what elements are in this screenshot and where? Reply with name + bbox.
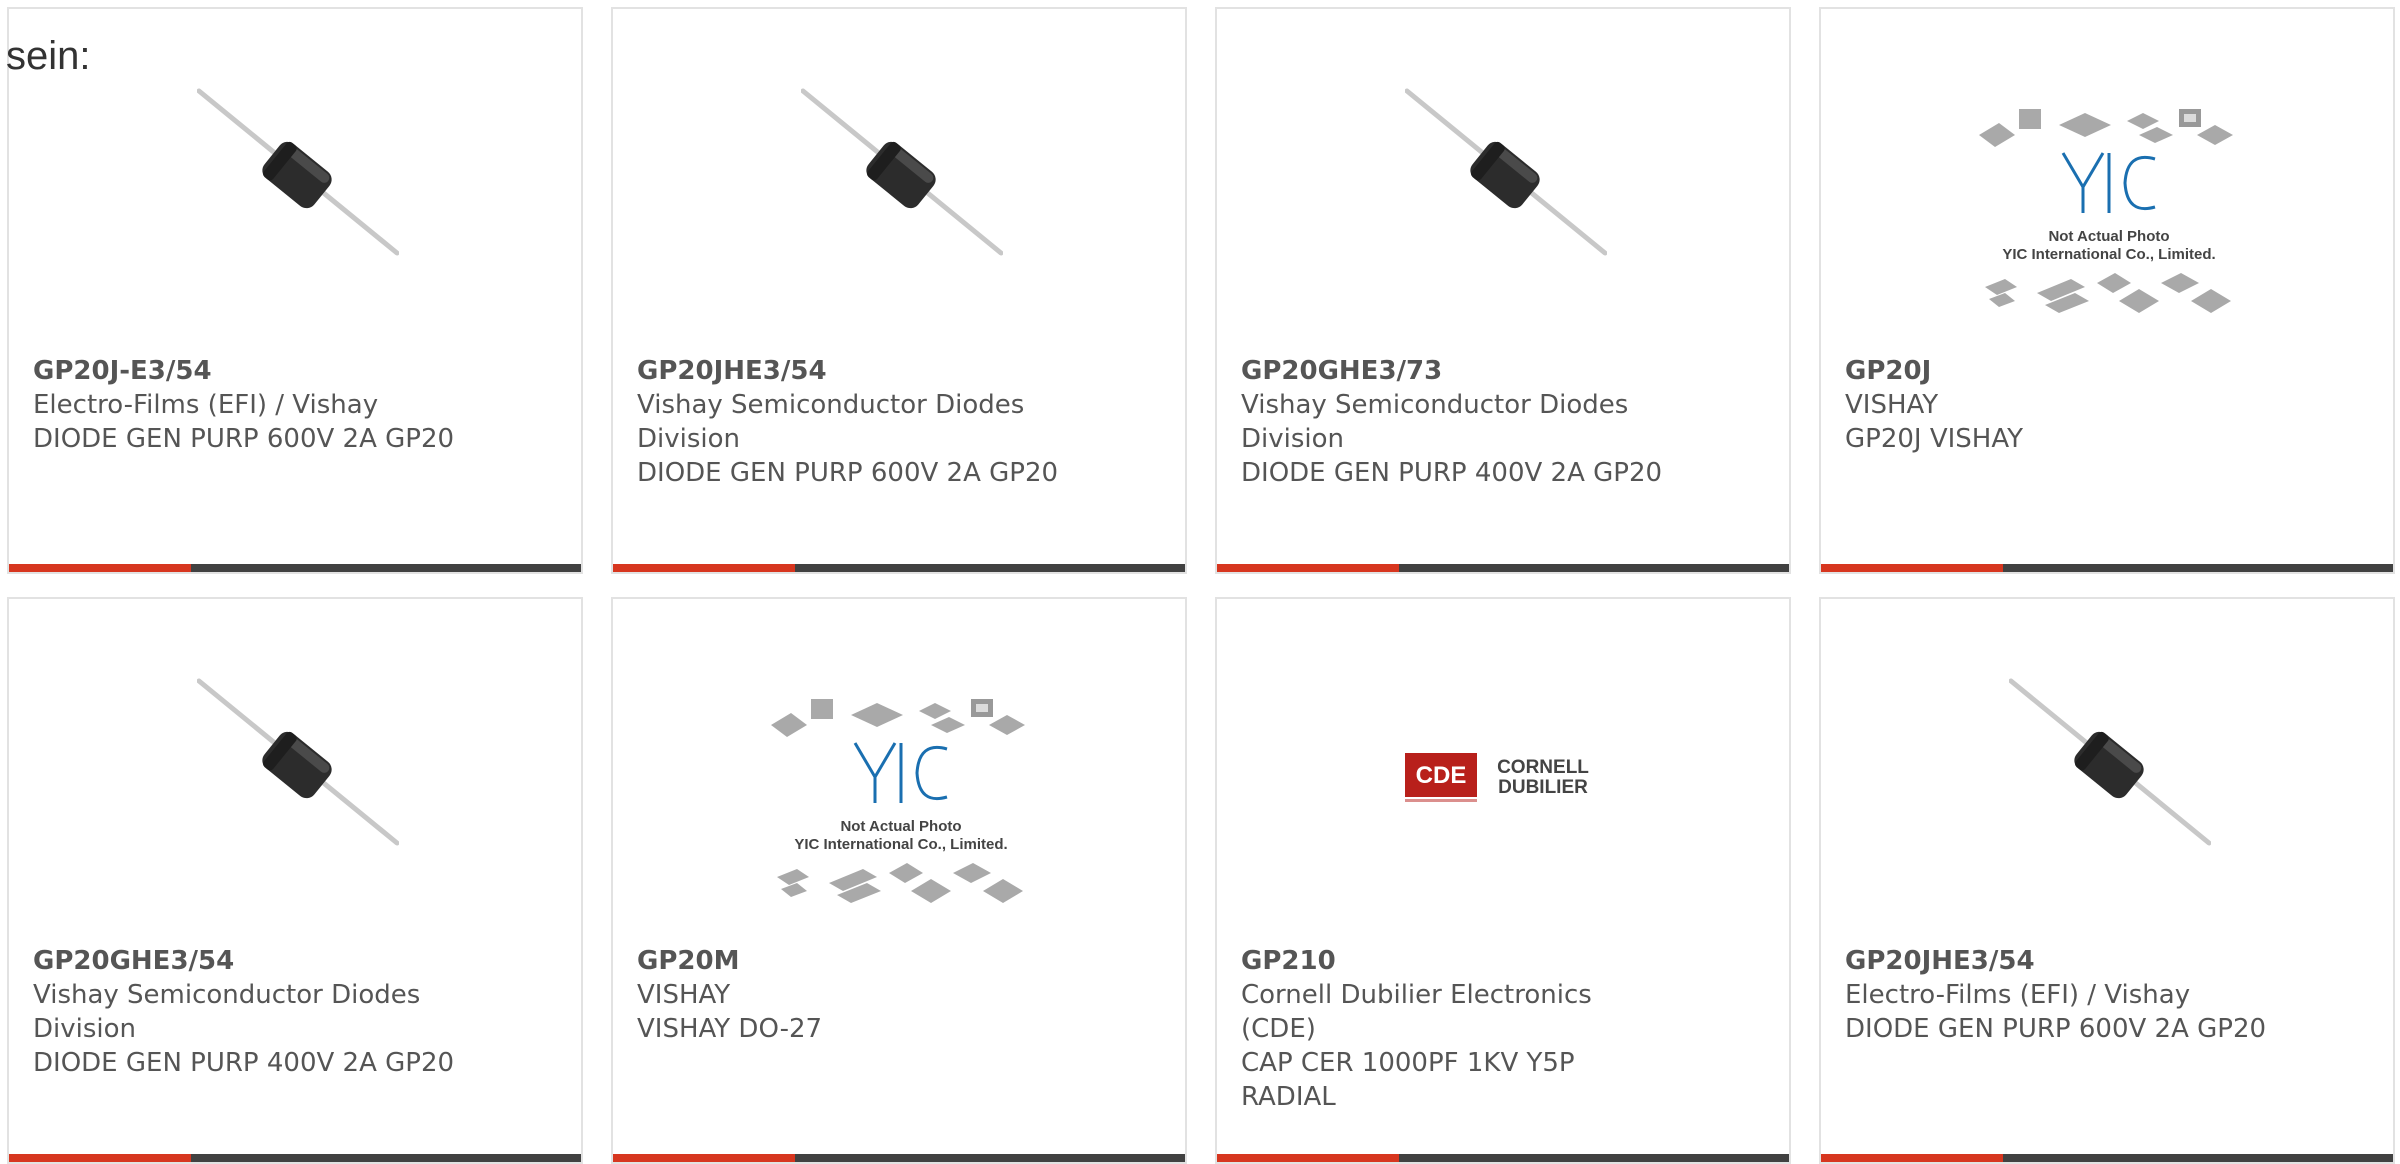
- product-card[interactable]: GP20J-E3/54 Electro-Films (EFI) / Vishay…: [7, 7, 583, 574]
- card-bar: [9, 1154, 581, 1162]
- yic-placeholder-icon[interactable]: Not Actual Photo YIC International Co., …: [751, 677, 1051, 937]
- product-card[interactable]: GP20GHE3/54 Vishay Semiconductor Diodes …: [7, 597, 583, 1164]
- product-grid: GP20J-E3/54 Electro-Films (EFI) / Vishay…: [0, 0, 2400, 1164]
- description: DIODE GEN PURP 400V 2A GP20: [33, 1048, 455, 1078]
- card-bar-accent: [1821, 564, 2003, 572]
- manufacturer: Vishay Semiconductor Diodes Division: [637, 390, 1025, 454]
- image-caption-1: Not Actual Photo: [2048, 228, 2169, 245]
- description: CAP CER 1000PF 1KV Y5P RADIAL: [1241, 1048, 1575, 1112]
- manufacturer: Vishay Semiconductor Diodes Division: [1241, 390, 1629, 454]
- product-info: GP20J VISHAY GP20J VISHAY: [1845, 354, 2275, 456]
- card-bar-accent: [1821, 1154, 2003, 1162]
- card-bar-accent: [613, 564, 795, 572]
- part-number-link[interactable]: GP20J: [1845, 354, 2275, 388]
- card-bar-accent: [9, 564, 191, 572]
- logo-mark: CDE: [1416, 762, 1467, 789]
- card-bar-accent: [9, 1154, 191, 1162]
- description: DIODE GEN PURP 600V 2A GP20: [637, 458, 1059, 488]
- card-bar: [613, 564, 1185, 572]
- manufacturer: VISHAY: [1845, 390, 1939, 420]
- product-info: GP210 Cornell Dubilier Electronics (CDE)…: [1241, 944, 1671, 1114]
- card-bar: [1217, 1154, 1789, 1162]
- diode-photo-icon[interactable]: [801, 83, 1003, 285]
- image-caption-2: YIC International Co., Limited.: [2002, 246, 2215, 263]
- image-caption-1: Not Actual Photo: [840, 818, 961, 835]
- part-number-link[interactable]: GP20GHE3/54: [33, 944, 463, 978]
- logo-name-2: DUBILIER: [1498, 777, 1588, 798]
- product-info: GP20GHE3/54 Vishay Semiconductor Diodes …: [33, 944, 463, 1080]
- description: VISHAY DO-27: [637, 1014, 823, 1044]
- part-number-link[interactable]: GP20JHE3/54: [1845, 944, 2275, 978]
- card-bar: [613, 1154, 1185, 1162]
- card-bar: [1217, 564, 1789, 572]
- manufacturer: Electro-Films (EFI) / Vishay: [33, 390, 379, 420]
- product-card[interactable]: GP20JHE3/54 Vishay Semiconductor Diodes …: [611, 7, 1187, 574]
- card-bar: [1821, 1154, 2393, 1162]
- product-info: GP20JHE3/54 Electro-Films (EFI) / Vishay…: [1845, 944, 2275, 1046]
- cde-logo-icon[interactable]: CDE CORNELL DUBILIER: [1405, 673, 1607, 875]
- description: DIODE GEN PURP 400V 2A GP20: [1241, 458, 1663, 488]
- card-bar-accent: [1217, 564, 1399, 572]
- logo-name-1: CORNELL: [1497, 757, 1589, 778]
- diode-photo-icon[interactable]: [1405, 83, 1607, 285]
- part-number-link[interactable]: GP20JHE3/54: [637, 354, 1067, 388]
- yic-placeholder-icon[interactable]: Not Actual Photo YIC International Co., …: [1959, 87, 2259, 347]
- product-card[interactable]: Not Actual Photo YIC International Co., …: [1819, 7, 2395, 574]
- diode-photo-icon[interactable]: [197, 83, 399, 285]
- product-info: GP20GHE3/73 Vishay Semiconductor Diodes …: [1241, 354, 1671, 490]
- product-info: GP20JHE3/54 Vishay Semiconductor Diodes …: [637, 354, 1067, 490]
- product-info: GP20M VISHAY VISHAY DO-27: [637, 944, 1067, 1046]
- product-card[interactable]: Not Actual Photo YIC International Co., …: [611, 597, 1187, 1164]
- part-number-link[interactable]: GP210: [1241, 944, 1671, 978]
- product-info: GP20J-E3/54 Electro-Films (EFI) / Vishay…: [33, 354, 463, 456]
- diode-photo-icon[interactable]: [2009, 673, 2211, 875]
- card-bar-accent: [613, 1154, 795, 1162]
- description: DIODE GEN PURP 600V 2A GP20: [33, 424, 455, 454]
- card-bar-accent: [1217, 1154, 1399, 1162]
- card-bar: [9, 564, 581, 572]
- image-caption-2: YIC International Co., Limited.: [794, 836, 1007, 853]
- diode-photo-icon[interactable]: [197, 673, 399, 875]
- manufacturer: Cornell Dubilier Electronics (CDE): [1241, 980, 1592, 1044]
- description: DIODE GEN PURP 600V 2A GP20: [1845, 1014, 2267, 1044]
- part-number-link[interactable]: GP20M: [637, 944, 1067, 978]
- intro-text: sein:: [6, 34, 91, 78]
- product-card[interactable]: GP20GHE3/73 Vishay Semiconductor Diodes …: [1215, 7, 1791, 574]
- manufacturer: Electro-Films (EFI) / Vishay: [1845, 980, 2191, 1010]
- description: GP20J VISHAY: [1845, 424, 2024, 454]
- part-number-link[interactable]: GP20GHE3/73: [1241, 354, 1671, 388]
- card-bar: [1821, 564, 2393, 572]
- product-card[interactable]: CDE CORNELL DUBILIER GP210 Cornell Dubil…: [1215, 597, 1791, 1164]
- product-card[interactable]: GP20JHE3/54 Electro-Films (EFI) / Vishay…: [1819, 597, 2395, 1164]
- manufacturer: Vishay Semiconductor Diodes Division: [33, 980, 421, 1044]
- part-number-link[interactable]: GP20J-E3/54: [33, 354, 463, 388]
- manufacturer: VISHAY: [637, 980, 731, 1010]
